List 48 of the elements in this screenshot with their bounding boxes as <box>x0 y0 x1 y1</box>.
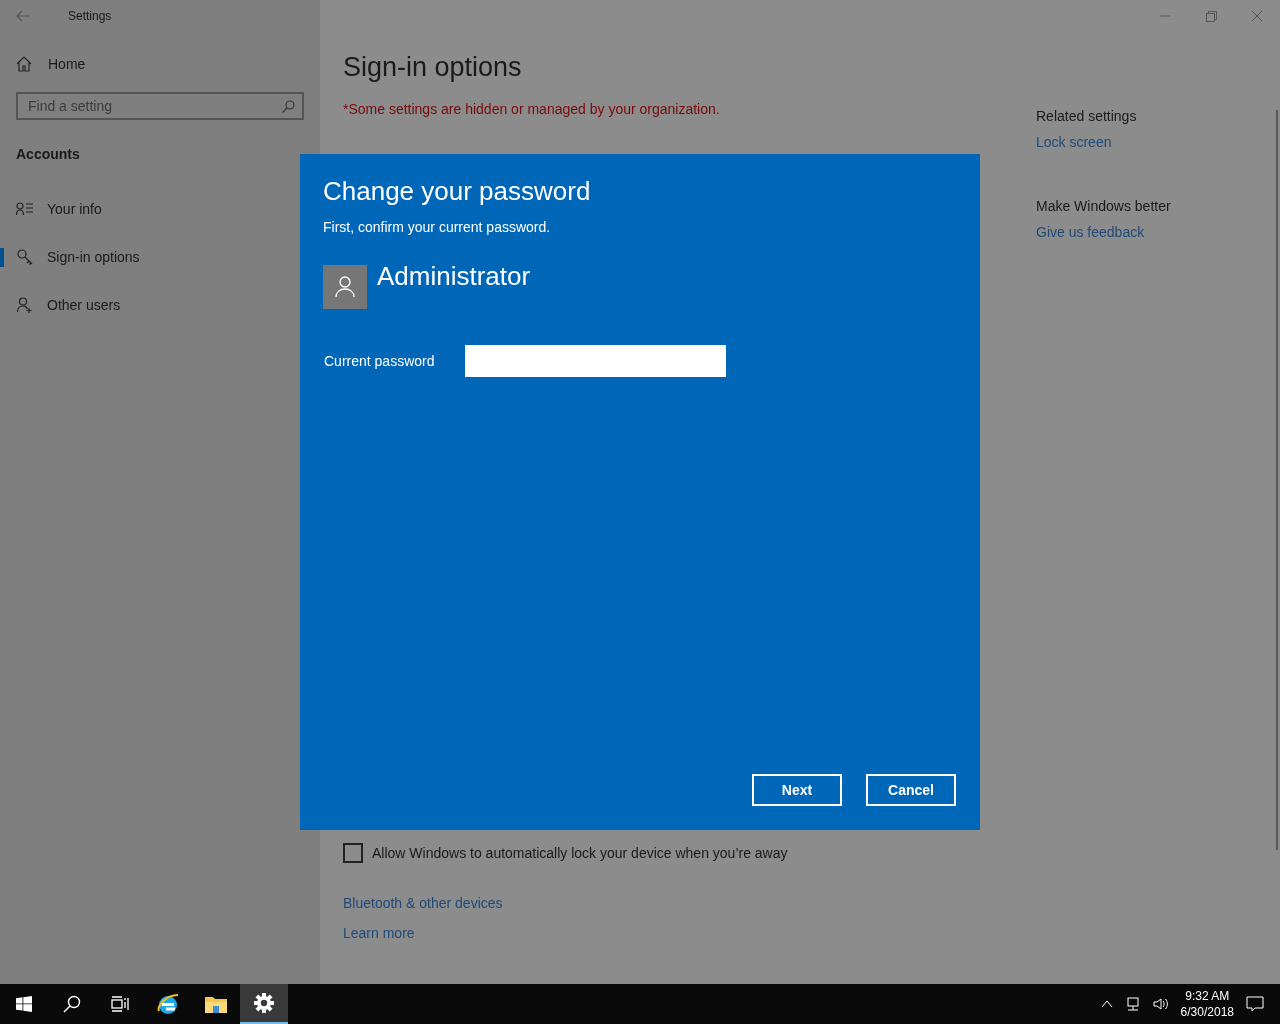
checkbox-label: Allow Windows to automatically lock your device when you’re away <box>372 845 788 861</box>
clock-date[interactable]: 6/30/2018 <box>1180 1004 1234 1020</box>
cancel-button[interactable]: Cancel <box>866 774 956 806</box>
window-title: Settings <box>68 9 112 23</box>
home-link[interactable]: Home <box>16 56 86 72</box>
section-heading: Accounts <box>16 146 81 162</box>
user-name: Administrator <box>377 261 531 292</box>
password-field[interactable] <box>464 345 726 377</box>
page-title: Sign-in options <box>343 52 523 83</box>
section-heading: Related settings <box>1036 108 1137 124</box>
windows-logo-icon <box>16 996 32 1012</box>
browser-e-icon <box>156 992 180 1016</box>
clock-time[interactable]: 9:32 AM <box>1185 988 1230 1004</box>
avatar-icon <box>323 265 367 309</box>
nav-item[interactable]: Other users <box>0 288 304 322</box>
search-field[interactable]: Find a setting <box>16 92 304 120</box>
home-label: Home <box>48 56 86 72</box>
nav-item[interactable]: Sign-in options <box>0 240 304 274</box>
nav-item[interactable]: Your info <box>0 192 304 226</box>
link[interactable]: Learn more <box>343 925 415 941</box>
notification-icon[interactable] <box>1246 995 1264 1013</box>
add-person-icon <box>16 297 34 313</box>
nav-label: Sign-in options <box>47 249 140 265</box>
home-icon <box>16 56 32 72</box>
speaker-icon[interactable] <box>1152 996 1169 1012</box>
person-list-icon <box>16 202 34 216</box>
task-view-icon <box>111 996 129 1012</box>
key-icon <box>16 249 34 265</box>
network-icon[interactable] <box>1124 996 1141 1012</box>
section-heading: Make Windows better <box>1036 198 1171 214</box>
dialog-title: Change your password <box>323 176 592 207</box>
search-icon <box>63 995 81 1013</box>
folder-icon <box>204 994 228 1014</box>
next-button[interactable]: Next <box>752 774 842 806</box>
field-label: Current password <box>324 353 435 369</box>
policy-notice: *Some settings are hidden or managed by your organization. <box>343 101 721 117</box>
scrollbar[interactable] <box>1276 110 1278 850</box>
dialog-subtitle: First, confirm your current password. <box>323 219 552 235</box>
link[interactable]: Give us feedback <box>1036 224 1145 240</box>
gear-icon <box>254 993 274 1013</box>
nav-label: Other users <box>47 297 121 313</box>
taskbar-button[interactable] <box>240 984 288 1024</box>
nav-label: Your info <box>47 201 102 217</box>
checkbox[interactable] <box>343 843 363 863</box>
link[interactable]: Bluetooth & other devices <box>343 895 503 911</box>
chevron-up-icon[interactable] <box>1100 1000 1113 1008</box>
search-icon <box>282 100 295 113</box>
link[interactable]: Lock screen <box>1036 134 1112 150</box>
